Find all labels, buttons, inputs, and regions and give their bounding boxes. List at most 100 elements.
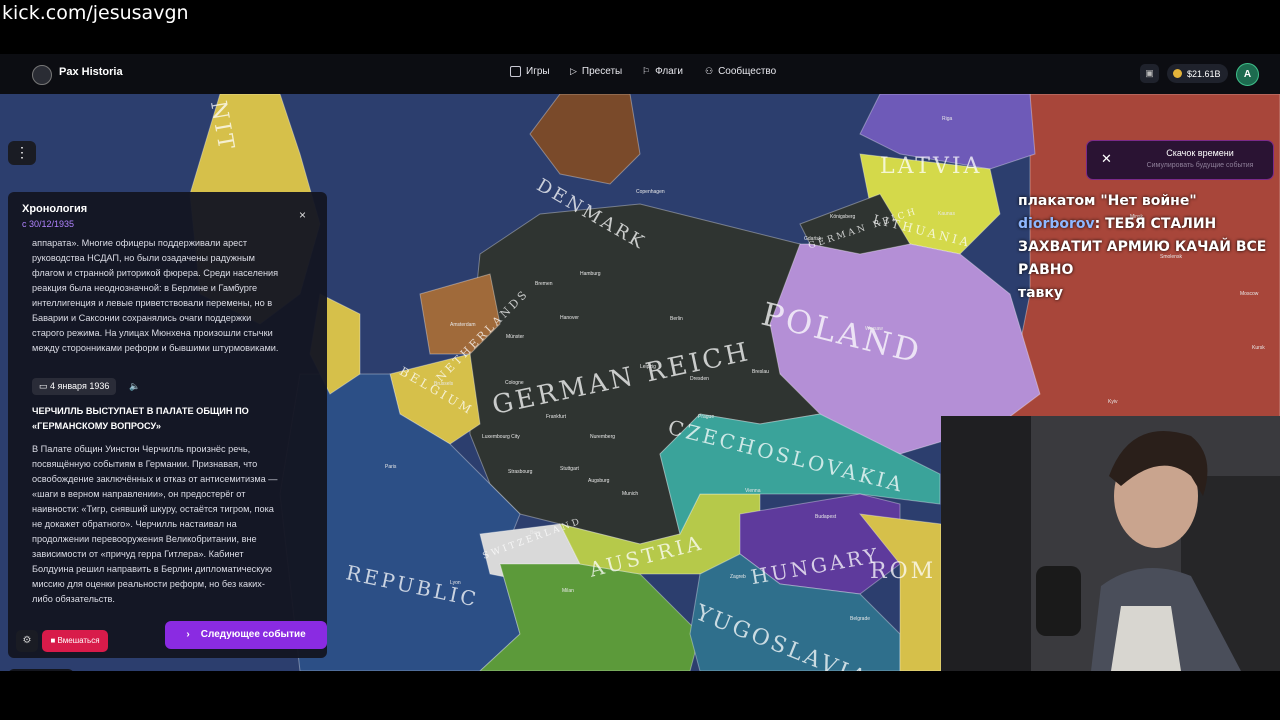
flag-icon: ⚐ xyxy=(642,66,651,76)
city-hamburg[interactable]: Hamburg xyxy=(580,271,601,277)
city-cologne[interactable]: Cologne xyxy=(505,380,524,386)
event-text-line: аппарата». Многие офицеры поддерживали а… xyxy=(32,238,248,248)
nav-community[interactable]: ⚇ Сообщество xyxy=(705,66,776,77)
city-riga[interactable]: Riga xyxy=(942,116,952,122)
city-luxembourg[interactable]: Luxembourg City xyxy=(482,434,520,440)
chat-message: тавку xyxy=(1018,282,1280,305)
city-bremen[interactable]: Bremen xyxy=(535,281,553,287)
globe-logo-icon[interactable] xyxy=(32,65,52,85)
chat-message: diorborov: ТЕБЯ СТАЛИН ЗАХВАТИТ АРМИЮ КА… xyxy=(1018,213,1280,282)
speaker-icon[interactable]: 🔈 xyxy=(129,381,140,392)
event-text-line: посвящённую событиям в Германии. Признав… xyxy=(32,459,258,469)
city-nuremberg[interactable]: Nuremberg xyxy=(590,434,615,440)
event-text-line: руководства НСДАП, но были озадачены рад… xyxy=(32,253,255,263)
event-text-previous: аппарата». Многие офицеры поддерживали а… xyxy=(32,236,304,356)
avatar[interactable]: A xyxy=(1236,63,1259,86)
city-belgrade[interactable]: Belgrade xyxy=(850,616,870,622)
event-text-line: не докажет обратного». Черчилль настаива… xyxy=(32,519,237,529)
timeline-title: Хронология xyxy=(22,203,88,215)
nav-community-label: Сообщество xyxy=(718,66,777,77)
city-amsterdam[interactable]: Amsterdam xyxy=(450,322,476,328)
city-milan[interactable]: Milan xyxy=(562,588,574,594)
nav-games-label: Игры xyxy=(526,66,550,77)
webcam-image xyxy=(941,416,1280,671)
play-icon: ▷ xyxy=(570,66,577,76)
city-copenhagen[interactable]: Copenhagen xyxy=(636,189,665,195)
event-text-line: реакция была неоднозначной: в Берлине и … xyxy=(32,283,258,293)
next-event-button[interactable]: › Следующее событие xyxy=(165,621,327,649)
next-event-label: Следующее событие xyxy=(200,629,306,640)
gift-icon[interactable]: ▣ xyxy=(1140,64,1159,83)
nav-games[interactable]: Игры xyxy=(510,66,550,77)
time-jump-card[interactable]: ✕ Скачок времени Симулировать будущие со… xyxy=(1086,140,1274,180)
city-konigsberg[interactable]: Königsberg xyxy=(830,214,855,220)
city-gdansk[interactable]: Gdańsk xyxy=(804,236,821,242)
close-icon[interactable]: × xyxy=(299,208,306,222)
city-warsaw[interactable]: Warsaw xyxy=(865,326,883,332)
nav-presets[interactable]: ▷ Пресеты xyxy=(570,66,622,77)
city-budapest[interactable]: Budapest xyxy=(815,514,836,520)
city-strasbourg[interactable]: Strasbourg xyxy=(508,469,532,475)
event-date: 4 января 1936 xyxy=(50,381,110,391)
city-berlin[interactable]: Berlin xyxy=(670,316,683,322)
people-icon: ⚇ xyxy=(705,66,714,76)
time-jump-subtitle: Симулировать будущие события xyxy=(1146,162,1254,169)
timeline-since: с 30/12/1935 xyxy=(22,219,75,229)
stream-chat-overlay: плакатом "Нет войне" diorborov: ТЕБЯ СТА… xyxy=(1018,190,1280,305)
city-dresden[interactable]: Dresden xyxy=(690,376,709,382)
city-frankfurt[interactable]: Frankfurt xyxy=(546,414,566,420)
event-text-line: интеллигенция и левые приветствовали пер… xyxy=(32,298,273,308)
city-kaunas[interactable]: Kaunas xyxy=(938,211,955,217)
balance-pill[interactable]: $21.61B xyxy=(1167,64,1228,83)
city-brussels[interactable]: Brussels xyxy=(434,381,453,387)
city-munich[interactable]: Munich xyxy=(622,491,638,497)
event-text-line: наивности: «Тигр, снявший шкуру, остаётс… xyxy=(32,504,274,514)
event-text-line: флагом и странной риторикой фюрера. Сред… xyxy=(32,268,279,278)
nav-presets-label: Пресеты xyxy=(581,66,623,77)
timeline-panel: Хронология с 30/12/1935 × аппарата». Мно… xyxy=(8,192,327,658)
city-stuttgart[interactable]: Stuttgart xyxy=(560,466,579,472)
nav-flags[interactable]: ⚐ Флаги xyxy=(642,66,683,77)
event-headline: ЧЕРЧИЛЛЬ ВЫСТУПАЕТ В ПАЛАТЕ ОБЩИН ПО «ГЕ… xyxy=(32,406,249,431)
event-text-line: продолжении перевооружения Великобритани… xyxy=(32,534,257,544)
balance-value: $21.61B xyxy=(1187,68,1221,79)
label-romania: ROM xyxy=(870,559,937,584)
chat-username: diorborov xyxy=(1018,216,1095,232)
brand-title[interactable]: Pax Historia xyxy=(59,66,123,78)
city-prague[interactable]: Prague xyxy=(698,414,714,420)
city-paris[interactable]: Paris xyxy=(385,464,396,470)
event-text-line: Баварии и Саксонии сохранялись очаги под… xyxy=(32,313,252,323)
city-bern[interactable]: Bern xyxy=(530,530,541,536)
city-breslau[interactable]: Breslau xyxy=(752,369,769,375)
city-kursk[interactable]: Kursk xyxy=(1252,345,1265,351)
territory[interactable] xyxy=(529,94,641,185)
city-leipzig[interactable]: Leipzig xyxy=(640,364,656,370)
webcam-feed xyxy=(941,416,1280,671)
chat-message: плакатом "Нет войне" xyxy=(1018,190,1280,213)
coin-icon xyxy=(1173,69,1182,78)
city-hanover[interactable]: Hanover xyxy=(560,315,579,321)
event-date-chip: ▭ 4 января 1936 xyxy=(32,378,117,395)
event-text-line: между сторонниками реформ и бывшими штур… xyxy=(32,343,279,353)
city-kyiv[interactable]: Kyiv xyxy=(1108,399,1117,405)
city-augsburg[interactable]: Augsburg xyxy=(588,478,609,484)
city-zagreb[interactable]: Zagreb xyxy=(730,574,746,580)
label-latvia: LATVIA xyxy=(880,154,983,179)
intervene-label: Вмешаться xyxy=(57,636,100,645)
event-text-current: В Палате общин Уинстон Черчилль произнёс… xyxy=(32,442,304,607)
event-text-line: либо обязательств. xyxy=(32,594,115,604)
settings-gear-icon[interactable]: ⚙ xyxy=(16,630,38,652)
city-munster[interactable]: Münster xyxy=(506,334,524,340)
time-jump-title: Скачок времени xyxy=(1166,148,1234,158)
more-menu-icon[interactable]: ⋮ xyxy=(8,141,36,165)
intervene-button[interactable]: ■ Вмешаться xyxy=(42,630,108,652)
city-vienna[interactable]: Vienna xyxy=(745,488,760,494)
event-text-line: «шаги в верном направлении», он предосте… xyxy=(32,489,246,499)
nav-flags-label: Флаги xyxy=(655,66,683,77)
city-lyon[interactable]: Lyon xyxy=(450,580,461,586)
close-icon[interactable]: ✕ xyxy=(1101,151,1112,167)
event-text-line: В Палате общин Уинстон Черчилль произнёс… xyxy=(32,444,251,454)
chevron-right-icon: › xyxy=(186,629,198,640)
top-bar: Pax Historia Игры ▷ Пресеты ⚐ Флаги ⚇ Со… xyxy=(0,54,1280,95)
event-text-line: Болдуина решил направить в Берлин диплом… xyxy=(32,564,272,574)
